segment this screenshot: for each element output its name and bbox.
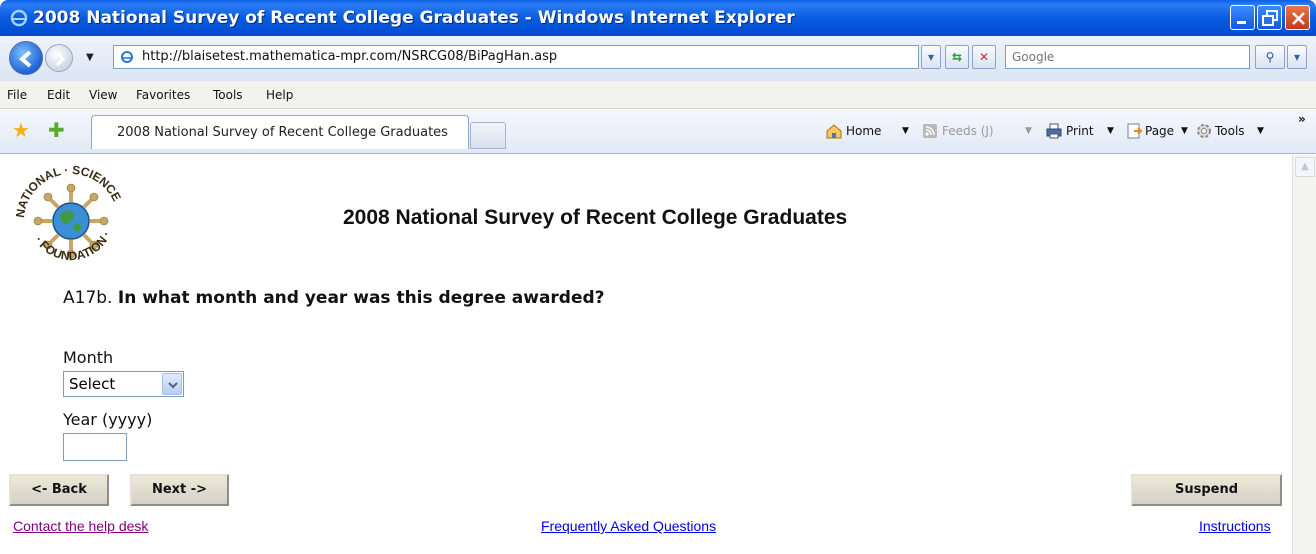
close-icon bbox=[1292, 12, 1305, 25]
page-icon bbox=[121, 51, 133, 63]
month-selected-value: Select bbox=[69, 375, 116, 393]
refresh-icon: ⇆ bbox=[951, 50, 963, 64]
feeds-dropdown-icon: ▼ bbox=[1025, 126, 1032, 136]
suspend-button[interactable]: Suspend bbox=[1131, 474, 1282, 506]
page-menu-icon bbox=[1127, 123, 1143, 139]
navigation-bar: ▼ http://blaisetest.mathematica-mpr.com/… bbox=[0, 36, 1316, 81]
minimize-icon bbox=[1237, 21, 1246, 24]
menu-file[interactable]: File bbox=[7, 88, 27, 102]
menu-tools[interactable]: Tools bbox=[213, 88, 243, 102]
page-dropdown-icon[interactable]: ▼ bbox=[1181, 126, 1188, 136]
menu-favorites[interactable]: Favorites bbox=[136, 88, 190, 102]
page-title: 2008 National Survey of Recent College G… bbox=[343, 206, 848, 229]
nsf-logo: NATIONAL · SCIENCE · FOUNDATION · bbox=[13, 163, 124, 263]
back-nav-button[interactable] bbox=[9, 41, 43, 75]
scroll-up-arrow-icon[interactable]: ▲ bbox=[1295, 157, 1315, 177]
recent-pages-dropdown-icon[interactable]: ▼ bbox=[86, 52, 94, 63]
faq-link[interactable]: Frequently Asked Questions bbox=[541, 518, 716, 534]
tools-menu-button[interactable]: Tools bbox=[1215, 124, 1245, 138]
url-text: http://blaisetest.mathematica-mpr.com/NS… bbox=[142, 49, 558, 64]
forward-arrow-icon bbox=[55, 51, 66, 67]
help-desk-link[interactable]: Contact the help desk bbox=[13, 518, 148, 534]
back-arrow-icon bbox=[18, 50, 32, 68]
home-icon bbox=[826, 124, 842, 139]
back-button[interactable]: <- Back bbox=[9, 474, 109, 506]
menu-bar: File Edit View Favorites Tools Help bbox=[0, 81, 1316, 109]
month-dropdown-button[interactable] bbox=[162, 373, 182, 395]
stop-button[interactable]: ✕ bbox=[972, 45, 996, 69]
month-label: Month bbox=[63, 348, 114, 367]
home-button[interactable]: Home bbox=[846, 124, 881, 138]
close-window-button[interactable] bbox=[1285, 5, 1310, 30]
search-box[interactable] bbox=[1005, 45, 1250, 69]
home-dropdown-icon[interactable]: ▼ bbox=[902, 126, 909, 136]
chevron-down-icon: ▾ bbox=[1293, 50, 1301, 64]
page-menu-button[interactable]: Page bbox=[1145, 124, 1174, 138]
vertical-scrollbar[interactable]: ▲ bbox=[1292, 155, 1316, 554]
year-label: Year (yyyy) bbox=[63, 410, 153, 429]
search-icon: ⚲ bbox=[1265, 50, 1275, 64]
feeds-icon bbox=[923, 124, 937, 138]
internet-explorer-icon bbox=[10, 9, 28, 27]
chevron-down-icon bbox=[168, 382, 178, 389]
print-button[interactable]: Print bbox=[1066, 124, 1094, 138]
tab-toolbar-row: ★ ✚ 2008 National Survey of Recent Colle… bbox=[0, 110, 1316, 154]
restore-button[interactable] bbox=[1257, 5, 1282, 30]
month-select[interactable]: Select bbox=[63, 371, 184, 397]
menu-help[interactable]: Help bbox=[266, 88, 293, 102]
menu-view[interactable]: View bbox=[89, 88, 117, 102]
address-dropdown-button[interactable]: ▾ bbox=[921, 45, 941, 69]
question-id: A17b. bbox=[63, 288, 113, 308]
search-options-button[interactable]: ▾ bbox=[1287, 45, 1307, 69]
address-bar[interactable]: http://blaisetest.mathematica-mpr.com/NS… bbox=[113, 45, 919, 69]
menu-edit[interactable]: Edit bbox=[47, 88, 70, 102]
favorites-center-icon[interactable]: ★ bbox=[12, 118, 30, 142]
forward-nav-button[interactable] bbox=[45, 44, 73, 72]
add-favorite-icon[interactable]: ✚ bbox=[48, 118, 65, 142]
window-title-bar: 2008 National Survey of Recent College G… bbox=[0, 0, 1316, 36]
gear-icon bbox=[1197, 124, 1211, 138]
chevron-down-icon: ▾ bbox=[927, 50, 935, 64]
question-text: In what month and year was this degree a… bbox=[117, 288, 605, 308]
survey-question: A17b. In what month and year was this de… bbox=[63, 288, 605, 308]
restore-icon bbox=[1262, 10, 1278, 26]
feeds-button[interactable]: Feeds (J) bbox=[942, 124, 994, 138]
new-tab-button[interactable] bbox=[470, 122, 506, 149]
browser-tab-active[interactable]: 2008 National Survey of Recent College G… bbox=[91, 115, 469, 149]
refresh-button[interactable]: ⇆ bbox=[945, 45, 969, 69]
minimize-button[interactable] bbox=[1230, 5, 1255, 30]
print-dropdown-icon[interactable]: ▼ bbox=[1107, 126, 1114, 136]
toolbar-overflow-chevron[interactable]: » bbox=[1298, 112, 1306, 126]
year-input[interactable] bbox=[63, 433, 127, 461]
tab-title: 2008 National Survey of Recent College G… bbox=[117, 125, 448, 140]
instructions-link[interactable]: Instructions bbox=[1199, 518, 1271, 534]
search-input[interactable] bbox=[1006, 46, 1249, 68]
next-button[interactable]: Next -> bbox=[130, 474, 229, 506]
search-button[interactable]: ⚲ bbox=[1255, 45, 1285, 69]
stop-icon: ✕ bbox=[978, 50, 990, 64]
window-title: 2008 National Survey of Recent College G… bbox=[33, 8, 795, 28]
tools-dropdown-icon[interactable]: ▼ bbox=[1257, 126, 1264, 136]
print-icon bbox=[1046, 123, 1062, 139]
